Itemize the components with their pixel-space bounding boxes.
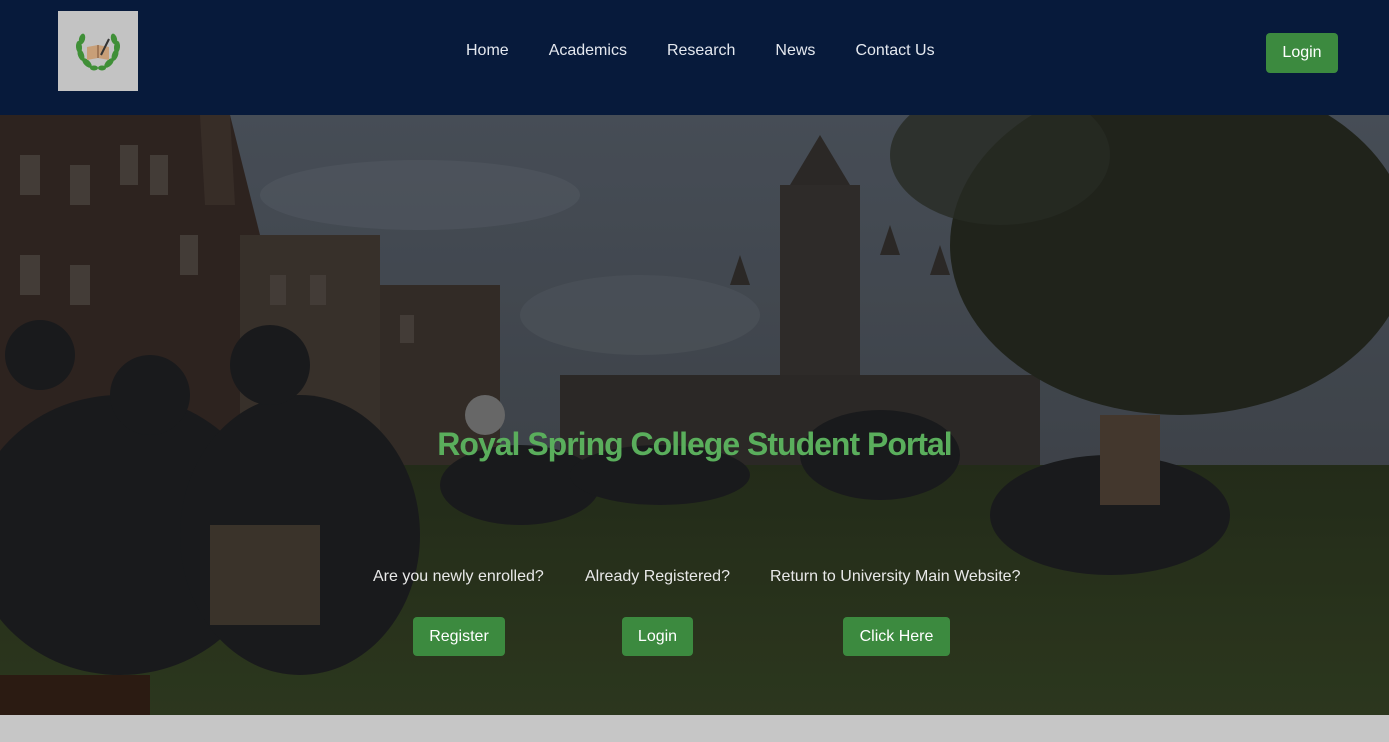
hero-section: Royal Spring College Student Portal Are … (0, 115, 1389, 715)
main-nav: Home Academics Research News Contact Us (466, 40, 935, 62)
already-registered-prompt: Already Registered? (585, 568, 730, 585)
main-website-prompt: Return to University Main Website? (770, 568, 1021, 585)
nav-academics-link[interactable]: Academics (549, 40, 627, 62)
hero-login-button[interactable]: Login (622, 617, 693, 656)
new-enrollment-prompt: Are you newly enrolled? (373, 568, 544, 585)
campus-background-image (0, 115, 1389, 715)
nav-research-link[interactable]: Research (667, 40, 735, 62)
nav-news-link[interactable]: News (775, 40, 815, 62)
register-button[interactable]: Register (413, 617, 505, 656)
top-navbar: Home Academics Research News Contact Us … (0, 0, 1389, 115)
footer-strip (0, 715, 1389, 742)
nav-contact-link[interactable]: Contact Us (855, 40, 934, 62)
laurel-book-icon (75, 33, 121, 71)
portal-title: Royal Spring College Student Portal (437, 426, 952, 462)
nav-home-link[interactable]: Home (466, 40, 509, 62)
navbar-login-button[interactable]: Login (1266, 33, 1338, 73)
main-website-button[interactable]: Click Here (843, 617, 950, 656)
college-logo[interactable] (58, 11, 138, 91)
